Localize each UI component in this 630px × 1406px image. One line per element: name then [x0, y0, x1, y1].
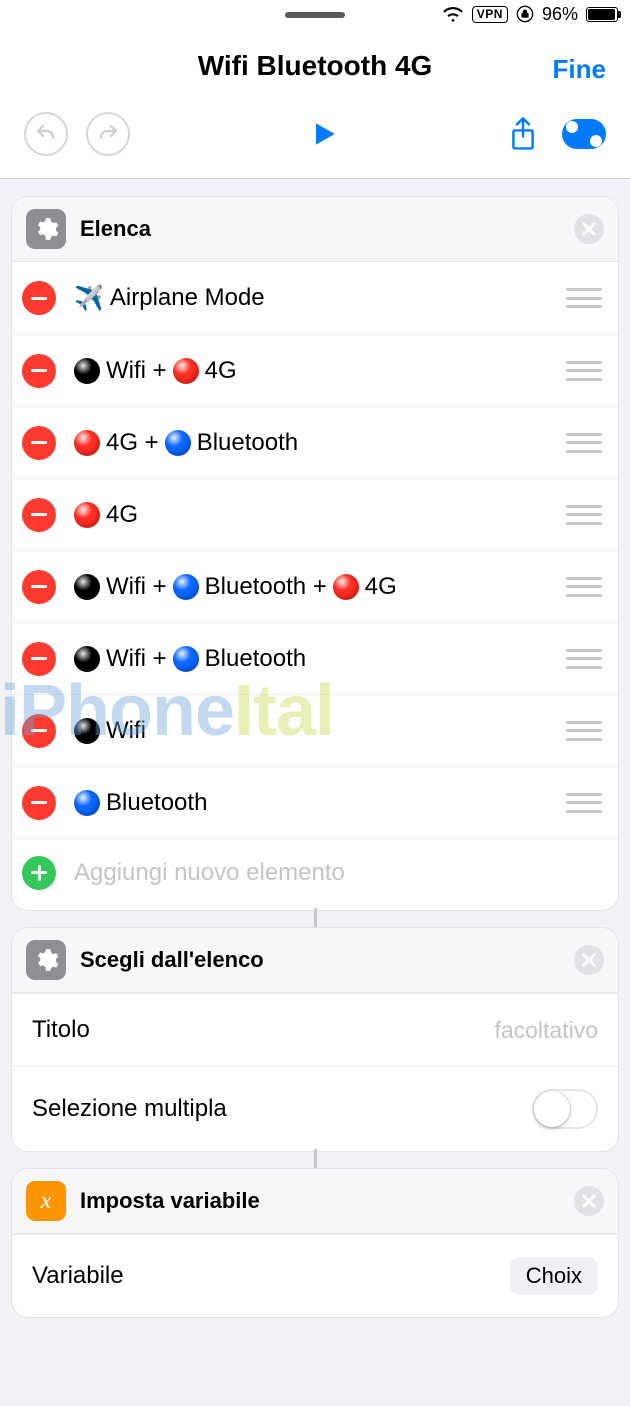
list-item[interactable]: 4G: [12, 478, 618, 550]
share-button[interactable]: [508, 116, 538, 152]
multiselect-row: Selezione multipla: [12, 1066, 618, 1151]
remove-item-button[interactable]: [22, 498, 56, 532]
list-item-text[interactable]: ✈️Airplane Mode: [74, 284, 556, 313]
drag-handle-icon[interactable]: [566, 649, 602, 669]
add-item-button[interactable]: [22, 856, 56, 890]
remove-item-button[interactable]: [22, 281, 56, 315]
list-item[interactable]: Wifi + 4G: [12, 334, 618, 406]
remove-item-button[interactable]: [22, 354, 56, 388]
list-item[interactable]: 4G + Bluetooth: [12, 406, 618, 478]
variable-icon: x: [26, 1181, 66, 1221]
flow-connector: [314, 908, 317, 930]
drag-handle-icon[interactable]: [566, 505, 602, 525]
toggle-icon: [562, 119, 606, 149]
orientation-lock-icon: [516, 5, 534, 23]
card-header: x Imposta variabile: [12, 1169, 618, 1234]
gear-icon: [26, 940, 66, 980]
battery-percentage: 96%: [542, 4, 578, 25]
card-title: Imposta variabile: [80, 1188, 574, 1214]
add-item-label: Aggiungi nuovo elemento: [74, 859, 602, 887]
play-button[interactable]: [308, 118, 340, 150]
variable-field-row[interactable]: Variabile Choix: [12, 1234, 618, 1317]
card-title: Scegli dall'elenco: [80, 947, 574, 973]
action-card-choose-from-list: Scegli dall'elenco Titolo facoltativo Se…: [12, 928, 618, 1151]
action-card-list: Elenca ✈️Airplane Mode Wifi + 4G 4G + Bl…: [12, 197, 618, 910]
settings-toggle-button[interactable]: [562, 119, 606, 149]
list-item[interactable]: Wifi + Bluetooth: [12, 622, 618, 694]
card-header: Scegli dall'elenco: [12, 928, 618, 993]
gear-icon: [26, 209, 66, 249]
battery-icon: [586, 7, 618, 22]
variable-value-chip[interactable]: Choix: [510, 1257, 598, 1295]
workflow-canvas: Elenca ✈️Airplane Mode Wifi + 4G 4G + Bl…: [0, 179, 630, 1329]
remove-action-button[interactable]: [574, 214, 604, 244]
list-item-text[interactable]: Wifi: [74, 717, 556, 745]
multiselect-label: Selezione multipla: [32, 1095, 227, 1123]
list-item-text[interactable]: Bluetooth: [74, 789, 556, 817]
drag-handle-icon[interactable]: [566, 721, 602, 741]
list-item-text[interactable]: 4G: [74, 501, 556, 529]
variable-field-label: Variabile: [32, 1262, 124, 1290]
multiselect-switch[interactable]: [532, 1089, 598, 1129]
remove-item-button[interactable]: [22, 426, 56, 460]
remove-action-button[interactable]: [574, 1186, 604, 1216]
drag-handle-icon[interactable]: [566, 288, 602, 308]
card-header: Elenca: [12, 197, 618, 262]
title-field-placeholder: facoltativo: [494, 1017, 598, 1044]
list-item-text[interactable]: Wifi + Bluetooth + 4G: [74, 573, 556, 601]
card-title: Elenca: [80, 216, 574, 242]
remove-item-button[interactable]: [22, 570, 56, 604]
remove-action-button[interactable]: [574, 945, 604, 975]
title-field-label: Titolo: [32, 1016, 90, 1044]
list-item[interactable]: Wifi: [12, 694, 618, 766]
list-item[interactable]: ✈️Airplane Mode: [12, 262, 618, 334]
list-item-text[interactable]: Wifi + Bluetooth: [74, 645, 556, 673]
list-item[interactable]: Bluetooth: [12, 766, 618, 838]
add-item-row[interactable]: Aggiungi nuovo elemento: [12, 838, 618, 910]
list-item-text[interactable]: 4G + Bluetooth: [74, 429, 556, 457]
toolbar: [0, 90, 630, 179]
drag-handle-icon[interactable]: [566, 433, 602, 453]
list-item[interactable]: Wifi + Bluetooth + 4G: [12, 550, 618, 622]
navigation-bar: Wifi Bluetooth 4G Fine: [0, 28, 630, 90]
remove-item-button[interactable]: [22, 714, 56, 748]
drag-handle-icon[interactable]: [566, 793, 602, 813]
list-item-text[interactable]: Wifi + 4G: [74, 357, 556, 385]
remove-item-button[interactable]: [22, 786, 56, 820]
drag-handle-icon[interactable]: [566, 361, 602, 381]
status-bar: VPN 96%: [0, 0, 630, 28]
flow-connector: [314, 1149, 317, 1171]
redo-button[interactable]: [86, 112, 130, 156]
vpn-indicator: VPN: [472, 6, 508, 23]
device-notch-pill: [285, 12, 345, 18]
action-card-set-variable: x Imposta variabile Variabile Choix: [12, 1169, 618, 1317]
title-field-row[interactable]: Titolo facoltativo: [12, 993, 618, 1066]
wifi-icon: [442, 5, 464, 23]
list-items-container: ✈️Airplane Mode Wifi + 4G 4G + Bluetooth…: [12, 262, 618, 910]
drag-handle-icon[interactable]: [566, 577, 602, 597]
done-button[interactable]: Fine: [553, 54, 606, 85]
page-title: Wifi Bluetooth 4G: [198, 50, 433, 82]
undo-button[interactable]: [24, 112, 68, 156]
remove-item-button[interactable]: [22, 642, 56, 676]
